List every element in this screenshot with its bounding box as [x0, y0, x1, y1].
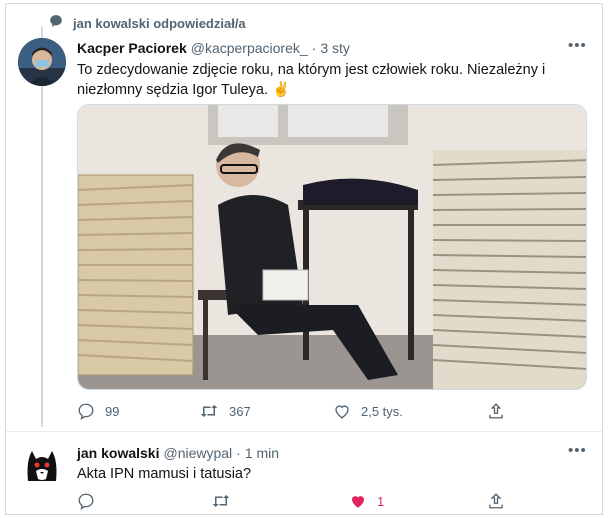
- reply-button[interactable]: 99: [77, 402, 199, 420]
- share-icon: [489, 493, 503, 509]
- author-name[interactable]: Kacper Paciorek: [77, 40, 187, 56]
- like-button[interactable]: 1: [349, 492, 487, 510]
- tweet-header: jan kowalski @niewypal · 1 min: [77, 445, 279, 461]
- retweet-icon: [200, 405, 218, 417]
- tweet-divider: [6, 431, 602, 432]
- like-count: 2,5 tys.: [361, 403, 403, 419]
- more-options-icon[interactable]: •••: [568, 37, 587, 54]
- separator-dot: ·: [236, 445, 241, 461]
- more-options-icon[interactable]: •••: [568, 442, 587, 459]
- separator-dot: ·: [311, 40, 317, 56]
- author-handle[interactable]: @kacperpaciorek_: [191, 40, 308, 56]
- author-handle[interactable]: @niewypal: [163, 445, 232, 461]
- reply-button[interactable]: [77, 492, 211, 510]
- avatar[interactable]: [18, 38, 66, 86]
- tweet-photo[interactable]: [77, 104, 587, 390]
- share-icon: [489, 403, 503, 419]
- heart-icon: [335, 405, 349, 419]
- reply-count: 99: [105, 403, 120, 419]
- reply-context: jan kowalski odpowiedział/a: [49, 14, 246, 33]
- speech-bubble-icon: [49, 14, 63, 33]
- tweet-timestamp[interactable]: 3 sty: [320, 40, 350, 56]
- tweet-header: Kacper Paciorek @kacperpaciorek_ · 3 sty: [77, 40, 350, 56]
- tweet-actions: 1: [77, 492, 505, 510]
- retweet-button[interactable]: [211, 492, 349, 510]
- like-button[interactable]: 2,5 tys.: [333, 402, 487, 420]
- author-name[interactable]: jan kowalski: [77, 445, 159, 461]
- retweet-icon: [212, 495, 230, 507]
- tweet-text: To zdecydowanie zdjęcie roku, na którym …: [77, 62, 546, 98]
- share-button[interactable]: [487, 402, 505, 420]
- thread-connector-line: [41, 27, 43, 427]
- like-count: 1: [377, 493, 385, 509]
- tweet-timestamp[interactable]: 1 min: [245, 445, 279, 461]
- reply-context-label: jan kowalski odpowiedział/a: [73, 16, 246, 31]
- tweet-actions: 99 367 2,5 tys.: [77, 402, 505, 420]
- reply-icon: [78, 493, 94, 510]
- retweet-count: 367: [229, 403, 251, 419]
- retweet-button[interactable]: 367: [199, 402, 333, 420]
- reply-icon: [78, 403, 94, 420]
- heart-filled-icon: [352, 496, 364, 508]
- tweet-text: Akta IPN mamusi i tatusia?: [77, 466, 252, 482]
- avatar[interactable]: [18, 441, 66, 489]
- share-button[interactable]: [487, 492, 505, 510]
